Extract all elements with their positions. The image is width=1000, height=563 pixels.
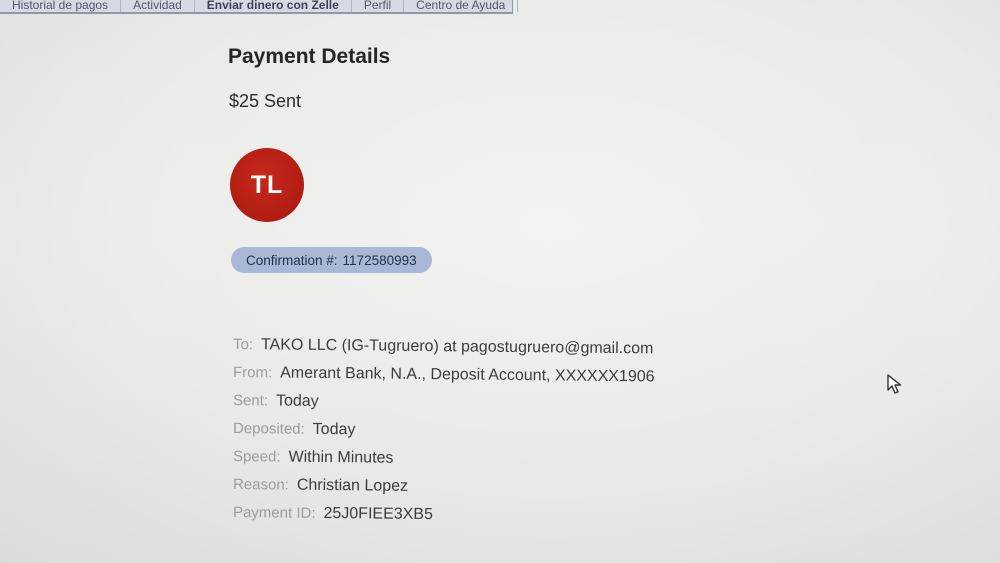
tab-send-money-zelle[interactable]: Enviar dinero con Zelle (195, 0, 352, 12)
detail-row-reason: Reason: Christian Lopez (233, 471, 655, 503)
detail-value: Amerant Bank, N.A., Deposit Account, XXX… (280, 364, 655, 386)
tab-payment-history[interactable]: Historial de pagos (0, 0, 122, 12)
tab-help-center[interactable]: Centro de Ayuda (404, 0, 519, 12)
detail-row-sent: Sent: Today (233, 387, 655, 419)
detail-value: 25J0FIEE3XB5 (323, 504, 434, 524)
recipient-avatar: TL (230, 148, 304, 222)
detail-value: Today (275, 392, 319, 410)
confirmation-number: 1172580993 (342, 252, 417, 268)
detail-row-deposited: Deposited: Today (233, 415, 655, 447)
detail-value: Within Minutes (288, 448, 394, 467)
payment-details-list: To: TAKO LLC (IG-Tugruero) at pagostugrue… (233, 331, 655, 527)
detail-label: Speed: (232, 448, 281, 466)
detail-label: To: (232, 336, 254, 354)
arrow-cursor-icon (886, 373, 904, 400)
confirmation-badge: Confirmation #: 1172580993 (231, 247, 432, 273)
detail-value: Today (312, 420, 356, 439)
detail-label: Payment ID: (232, 504, 316, 522)
detail-label: Reason: (232, 476, 289, 494)
detail-label: Deposited: (232, 420, 305, 438)
detail-row-payment-id: Payment ID: 25J0FIEE3XB5 (233, 499, 655, 531)
tab-profile[interactable]: Perfil (352, 0, 405, 12)
confirmation-label: Confirmation #: (246, 252, 338, 268)
detail-row-speed: Speed: Within Minutes (233, 443, 655, 475)
tab-activity[interactable]: Actividad (121, 0, 195, 12)
top-navigation: Historial de pagos Actividad Enviar dine… (0, 0, 519, 14)
detail-label: Sent: (232, 392, 269, 410)
detail-label: From: (232, 364, 273, 382)
amount-sent: $25 Sent (229, 91, 302, 111)
avatar-initials: TL (250, 170, 284, 199)
page-title: Payment Details (228, 45, 391, 68)
detail-value: TAKO LLC (IG-Tugruero) at pagostugruero@… (260, 336, 654, 358)
detail-value: Christian Lopez (296, 476, 409, 495)
detail-row-from: From: Amerant Bank, N.A., Deposit Account… (233, 359, 655, 391)
detail-row-to: To: TAKO LLC (IG-Tugruero) at pagostugrue… (233, 331, 655, 363)
